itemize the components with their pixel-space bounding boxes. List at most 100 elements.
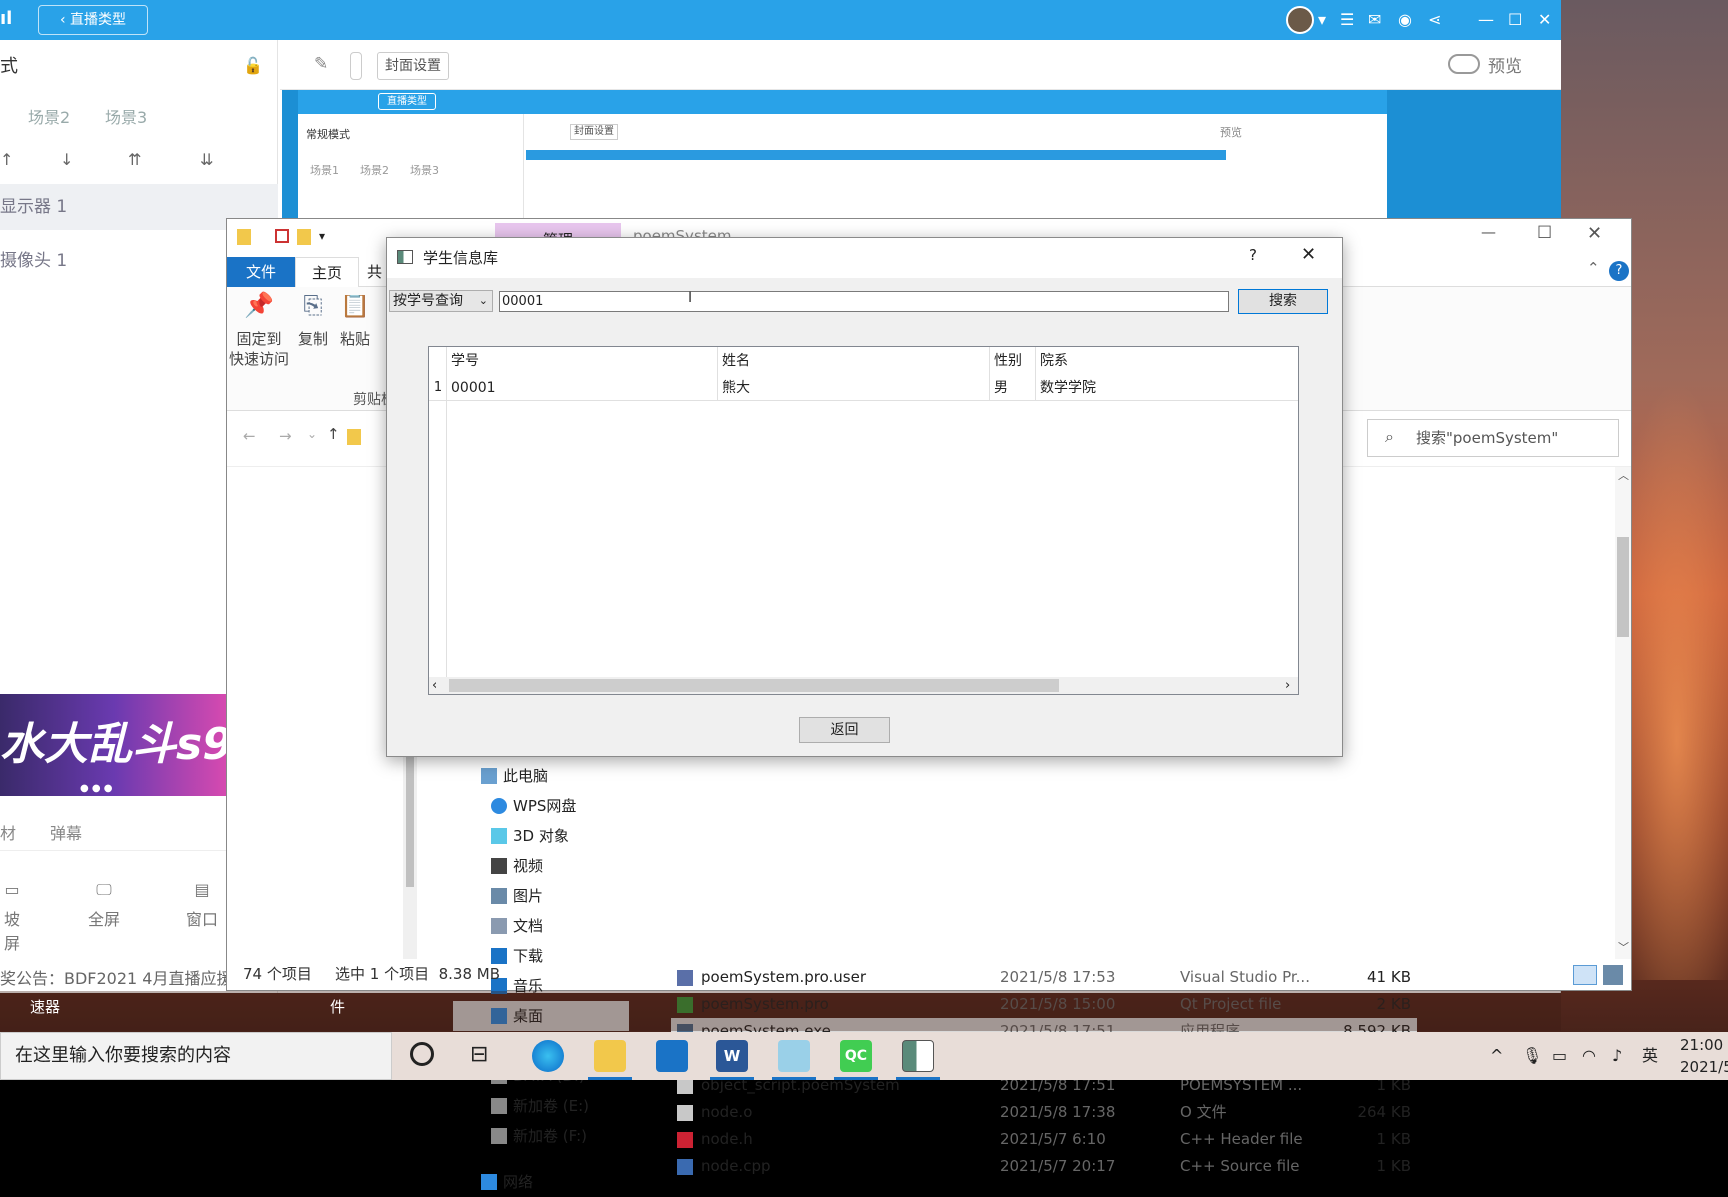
nav-item[interactable]: 视频: [453, 851, 629, 881]
cover-settings-button[interactable]: 封面设置: [377, 52, 449, 80]
tool-screen[interactable]: ▭ 坡屏: [0, 880, 24, 954]
qt-creator-icon[interactable]: QC: [840, 1040, 872, 1072]
avatar[interactable]: [1286, 6, 1314, 34]
close-icon[interactable]: ✕: [1301, 244, 1316, 265]
details-view-icon[interactable]: [1573, 965, 1597, 985]
column-header-id[interactable]: 学号: [447, 347, 718, 375]
nav-item[interactable]: 新加卷 (E:): [453, 1091, 629, 1121]
live-type-button[interactable]: ‹ 直播类型: [38, 5, 148, 35]
nav-item[interactable]: 新加卷 (F:): [453, 1121, 629, 1151]
tab-share[interactable]: 共: [367, 257, 382, 287]
chevron-up-icon[interactable]: ︿: [1618, 467, 1629, 483]
scene-tab-2[interactable]: 场景2: [28, 104, 70, 128]
edit-icon[interactable]: ✎: [314, 54, 328, 74]
up-icon[interactable]: ↑: [327, 425, 340, 443]
close-icon[interactable]: ✕: [1538, 8, 1551, 32]
maximize-icon[interactable]: ☐: [1537, 223, 1552, 243]
ime-indicator[interactable]: 英: [1642, 1032, 1658, 1080]
column-header-dept[interactable]: 院系: [1036, 347, 1298, 375]
desktop-label-left[interactable]: 速器: [30, 996, 60, 1017]
tab-home[interactable]: 主页: [295, 257, 359, 287]
nav-item[interactable]: 网络: [453, 1167, 629, 1197]
tab-danmaku[interactable]: 弹幕: [50, 820, 82, 844]
recent-dropdown-icon[interactable]: ⌄: [307, 427, 317, 441]
checkbox-icon[interactable]: [275, 229, 289, 243]
help-icon[interactable]: ?: [1609, 261, 1629, 281]
nav-item[interactable]: 图片: [453, 881, 629, 911]
search-button[interactable]: 搜索: [1238, 289, 1328, 314]
cortana-icon[interactable]: [410, 1042, 434, 1066]
file-row[interactable]: node.o 2021/5/8 17:38 O 文件 264 KB: [671, 1099, 1417, 1126]
desktop-label-mid[interactable]: 件: [330, 996, 345, 1017]
file-row[interactable]: node.cpp 2021/5/7 20:17 C++ Source file 1 K…: [671, 1153, 1417, 1180]
file-row[interactable]: node.h 2021/5/7 6:10 C++ Header file 1 KB: [671, 1126, 1417, 1153]
column-header-gender[interactable]: 性别: [990, 347, 1036, 375]
game-banner[interactable]: 水大乱斗s9: [0, 694, 228, 796]
new-folder-icon[interactable]: [297, 229, 311, 245]
chevron-up-icon[interactable]: ⌃: [1587, 259, 1600, 277]
paste-button[interactable]: 📋 粘贴: [339, 295, 371, 349]
volume-icon[interactable]: ♪: [1612, 1032, 1622, 1080]
scrollbar-thumb[interactable]: [1617, 537, 1629, 637]
arrow-down-icon[interactable]: ↓: [60, 150, 73, 169]
file-list-scrollbar[interactable]: ︿ ﹀: [1615, 467, 1631, 959]
word-icon[interactable]: W: [716, 1040, 748, 1072]
arrow-up-icon[interactable]: ↑: [0, 150, 13, 169]
chevron-down-icon[interactable]: ﹀: [1618, 939, 1629, 955]
cell-dept[interactable]: 数学学院: [1036, 375, 1298, 401]
back-button[interactable]: 返回: [799, 717, 890, 743]
help-button[interactable]: ?: [1249, 246, 1257, 264]
nav-item[interactable]: 3D 对象: [453, 821, 629, 851]
battery-icon[interactable]: ▭: [1552, 1032, 1567, 1080]
lock-icon[interactable]: 🔓: [243, 56, 263, 75]
chevron-left-icon[interactable]: ‹: [432, 677, 437, 694]
notification-icon[interactable]: ◉: [1398, 8, 1412, 32]
banner-dots[interactable]: ● ● ●: [80, 784, 120, 794]
nav-item[interactable]: 此电脑: [453, 761, 629, 791]
announcement-text[interactable]: 奖公告：BDF2021 4月直播应援: [0, 965, 233, 989]
query-input[interactable]: 00001: [499, 291, 1229, 312]
column-header-name[interactable]: 姓名: [718, 347, 990, 375]
chevron-right-icon[interactable]: ›: [1285, 677, 1290, 694]
quick-access-dropdown-icon[interactable]: ▾: [319, 229, 325, 243]
back-icon[interactable]: ←: [243, 427, 256, 445]
mail-icon[interactable]: ✉: [1368, 8, 1381, 32]
move-top-icon[interactable]: ⇈: [128, 150, 141, 169]
chevron-up-icon[interactable]: ^: [1490, 1032, 1503, 1080]
clock[interactable]: 21:00 2021/5: [1680, 1034, 1728, 1078]
explorer-taskbar-icon[interactable]: [594, 1040, 626, 1072]
copy-button[interactable]: ⎘ 复制: [293, 293, 333, 349]
microphone-icon[interactable]: 🎙: [1522, 1032, 1542, 1080]
share-icon[interactable]: ⋖: [1428, 8, 1441, 32]
tab-file[interactable]: 文件: [227, 257, 295, 287]
minimize-icon[interactable]: —: [1481, 223, 1496, 241]
table-horizontal-scrollbar[interactable]: ‹ ›: [429, 677, 1298, 694]
maximize-icon[interactable]: ☐: [1508, 8, 1522, 32]
edge-icon[interactable]: [532, 1040, 564, 1072]
taskbar-search-input[interactable]: 在这里输入你要搜索的内容: [0, 1032, 392, 1080]
tool-fullscreen[interactable]: 🖵 全屏: [80, 880, 128, 930]
forward-icon[interactable]: →: [279, 427, 292, 445]
nav-item[interactable]: 文档: [453, 911, 629, 941]
cell-id[interactable]: 00001: [447, 375, 718, 401]
tab-material[interactable]: 材: [0, 820, 16, 844]
minimize-icon[interactable]: —: [1478, 8, 1494, 32]
nav-item[interactable]: WPS网盘: [453, 791, 629, 821]
large-icons-view-icon[interactable]: [1603, 965, 1623, 985]
query-type-select[interactable]: 按学号查询 ⌄: [389, 290, 493, 312]
move-bottom-icon[interactable]: ⇊: [200, 150, 213, 169]
chevron-down-icon[interactable]: ▾: [1318, 8, 1326, 32]
explorer-search-input[interactable]: 搜索"poemSystem": [1367, 419, 1619, 457]
preview-toggle[interactable]: [1448, 54, 1480, 74]
menu-icon[interactable]: ☰: [1340, 8, 1354, 32]
wifi-icon[interactable]: ◠: [1582, 1032, 1596, 1080]
task-view-icon[interactable]: ⊟: [470, 1042, 488, 1067]
mail-icon[interactable]: [656, 1040, 688, 1072]
close-icon[interactable]: ✕: [1587, 223, 1602, 244]
student-app-icon[interactable]: [902, 1040, 934, 1072]
scrollbar-thumb[interactable]: [449, 679, 1059, 692]
row-index[interactable]: 1: [429, 375, 447, 401]
bilibili-live-icon[interactable]: [778, 1040, 810, 1072]
scene-tab-3[interactable]: 场景3: [105, 104, 147, 128]
tool-window[interactable]: ▤ 窗口: [180, 880, 224, 930]
